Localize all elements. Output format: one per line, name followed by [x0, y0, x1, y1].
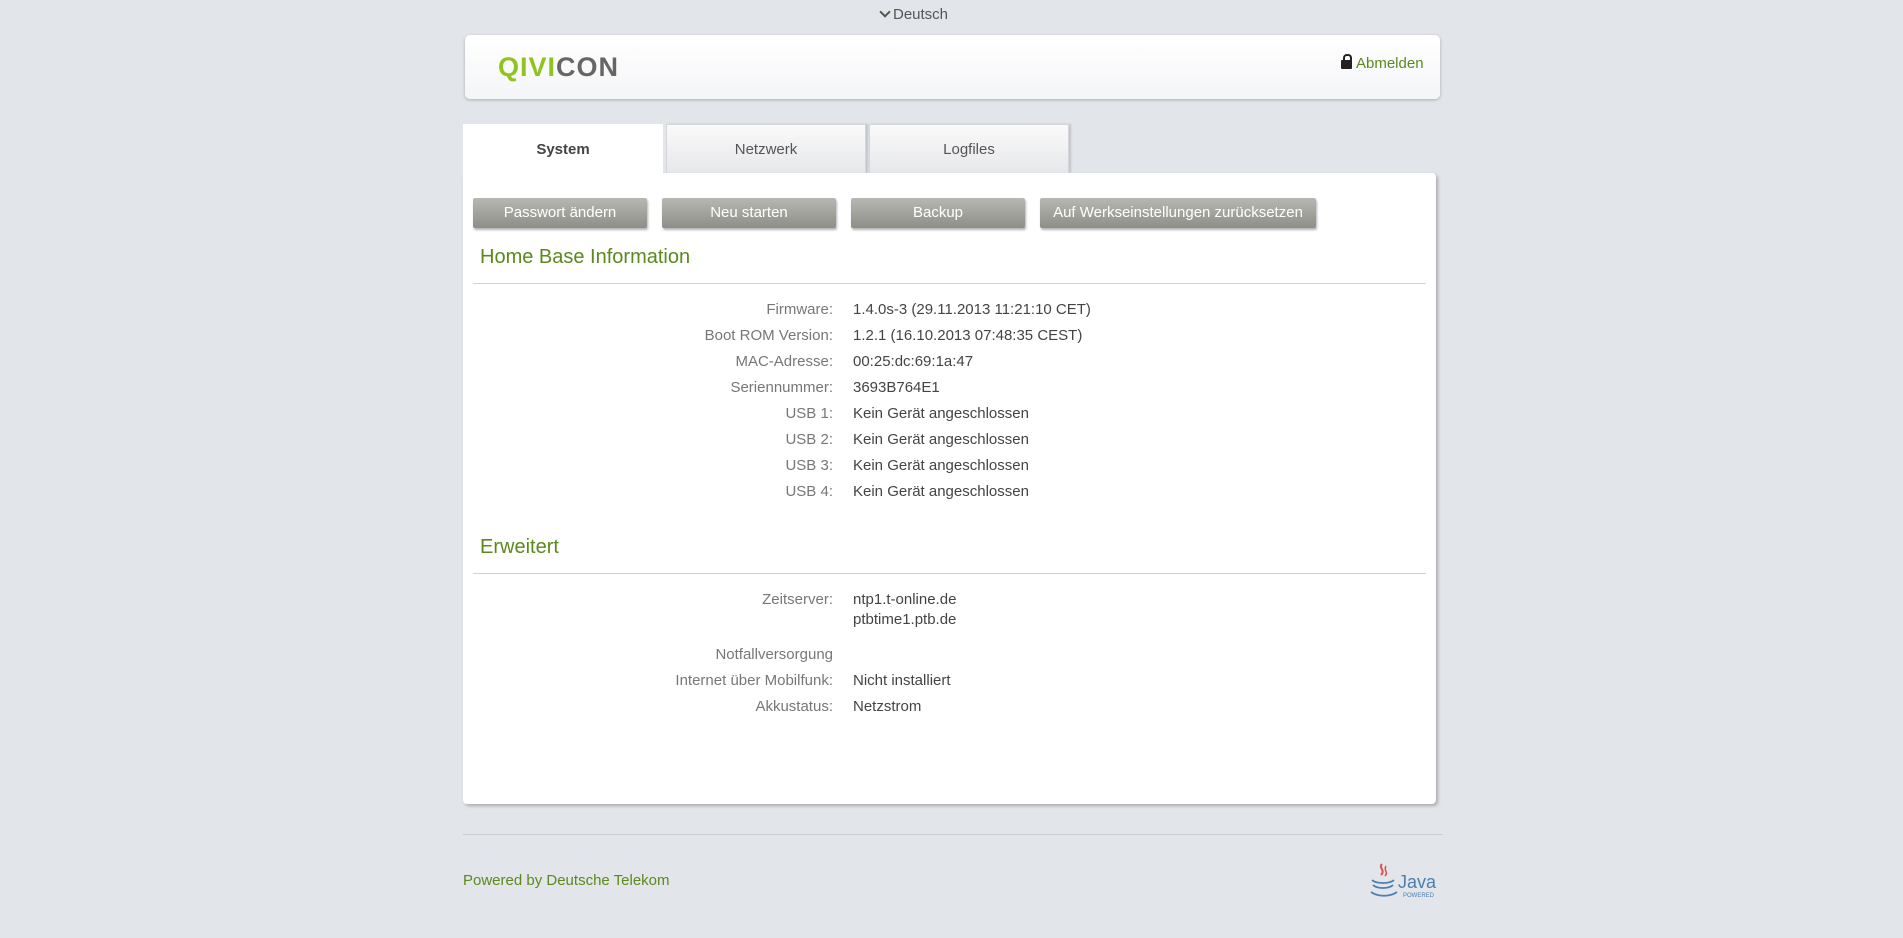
info-row-bootrom: Boot ROM Version: 1.2.1 (16.10.2013 07:4…	[463, 327, 1436, 353]
info-value: Netzstrom	[853, 698, 922, 715]
system-panel: Passwort ändern Neu starten Backup Auf W…	[463, 173, 1436, 804]
java-cup-icon: Java POWERED	[1370, 863, 1437, 899]
info-row-emergency: Notfallversorgung	[463, 646, 1436, 672]
factory-reset-button[interactable]: Auf Werkseinstellungen zurücksetzen	[1040, 198, 1316, 228]
change-password-button[interactable]: Passwort ändern	[473, 198, 647, 228]
info-label: Seriennummer:	[730, 379, 833, 396]
info-row-usb2: USB 2: Kein Gerät angeschlossen	[463, 431, 1436, 457]
info-row-usb4: USB 4: Kein Gerät angeschlossen	[463, 483, 1436, 509]
language-label: Deutsch	[893, 6, 949, 23]
info-row-serial: Seriennummer: 3693B764E1	[463, 379, 1436, 405]
info-value: 1.4.0s-3 (29.11.2013 11:21:10 CET)	[853, 301, 1091, 318]
info-value: Kein Gerät angeschlossen	[853, 483, 1029, 500]
info-value: ptbtime1.ptb.de	[853, 611, 957, 628]
qivicon-logo: QIVICON	[498, 51, 619, 83]
java-sub-label: POWERED	[1403, 893, 1435, 899]
info-label: USB 2:	[785, 431, 833, 448]
java-logo: Java POWERED	[1368, 862, 1438, 902]
info-row-usb3: USB 3: Kein Gerät angeschlossen	[463, 457, 1436, 483]
java-label: Java	[1398, 872, 1437, 892]
info-label: Internet über Mobilfunk:	[675, 672, 833, 689]
info-value: 00:25:dc:69:1a:47	[853, 353, 974, 370]
home-base-title: Home Base Information	[480, 246, 691, 268]
info-label: USB 4:	[785, 483, 833, 500]
advanced-title: Erweitert	[480, 536, 559, 558]
logout-label: Abmelden	[1356, 55, 1424, 72]
tab-netzwerk[interactable]: Netzwerk	[666, 124, 866, 173]
info-value: ntp1.t-online.de	[853, 591, 957, 608]
info-row-firmware: Firmware: 1.4.0s-3 (29.11.2013 11:21:10 …	[463, 301, 1436, 327]
info-row-mobile: Internet über Mobilfunk: Nicht installie…	[463, 672, 1436, 698]
info-value: Kein Gerät angeschlossen	[853, 457, 1029, 474]
logo-rest: CON	[556, 52, 620, 82]
info-label: Firmware:	[766, 301, 833, 318]
section-divider	[473, 283, 1426, 284]
backup-button[interactable]: Backup	[851, 198, 1025, 228]
info-row-timeserver: Zeitserver: ntp1.t-online.de ptbtime1.pt…	[463, 591, 1436, 635]
info-value: Kein Gerät angeschlossen	[853, 405, 1029, 422]
info-label: Notfallversorgung	[715, 646, 833, 663]
language-selector[interactable]: Deutsch	[879, 6, 949, 23]
info-value: Kein Gerät angeschlossen	[853, 431, 1029, 448]
info-label: Akkustatus:	[755, 698, 833, 715]
logo-mark: QIVI	[498, 52, 557, 82]
tab-logfiles[interactable]: Logfiles	[869, 124, 1069, 173]
powered-by-text: Powered by Deutsche Telekom	[463, 872, 670, 889]
info-row-usb1: USB 1: Kein Gerät angeschlossen	[463, 405, 1436, 431]
info-row-battery: Akkustatus: Netzstrom	[463, 698, 1436, 724]
info-label: Zeitserver:	[762, 591, 833, 608]
tab-system[interactable]: System	[463, 124, 663, 175]
header-bar: QIVICON Abmelden	[465, 35, 1440, 99]
chevron-down-icon	[879, 6, 891, 18]
info-label: USB 3:	[785, 457, 833, 474]
info-value: 1.2.1 (16.10.2013 07:48:35 CEST)	[853, 327, 1083, 344]
info-label: MAC-Adresse:	[735, 353, 833, 370]
footer-divider	[463, 834, 1443, 835]
info-value: Nicht installiert	[853, 672, 951, 689]
info-row-mac: MAC-Adresse: 00:25:dc:69:1a:47	[463, 353, 1436, 379]
lock-icon	[1341, 54, 1352, 69]
info-label: USB 1:	[785, 405, 833, 422]
info-label: Boot ROM Version:	[704, 327, 833, 344]
logout-link[interactable]: Abmelden	[1341, 54, 1440, 72]
section-divider	[473, 573, 1426, 574]
info-value: 3693B764E1	[853, 379, 940, 396]
restart-button[interactable]: Neu starten	[662, 198, 836, 228]
